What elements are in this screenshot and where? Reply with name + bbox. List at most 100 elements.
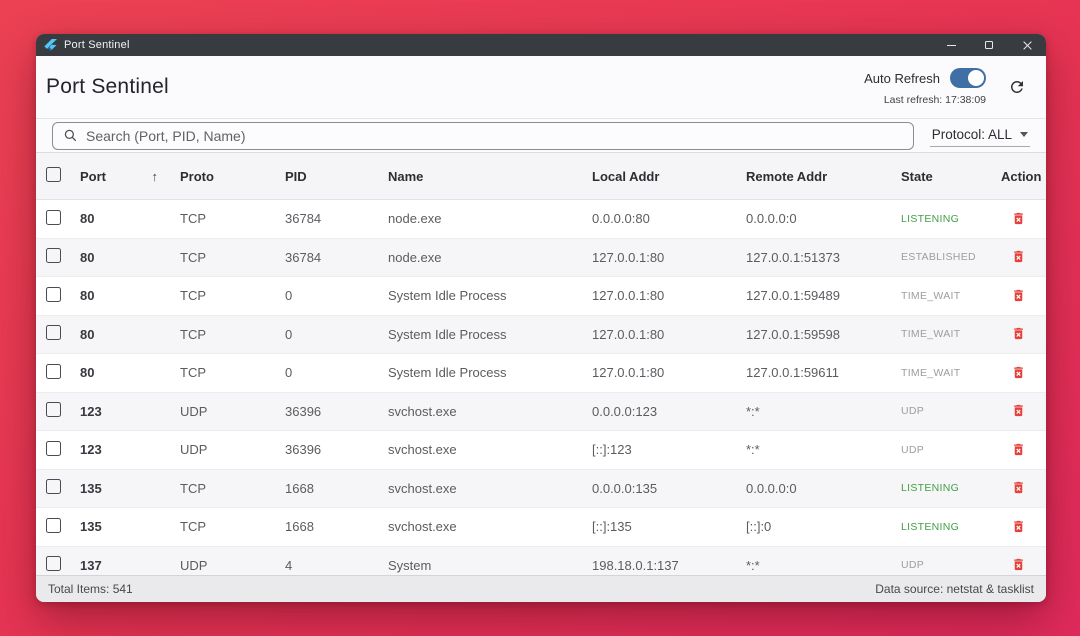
cell-remote-addr: 127.0.0.1:59611 <box>746 365 901 380</box>
flutter-logo-icon <box>44 39 57 52</box>
cell-remote-addr: 127.0.0.1:51373 <box>746 250 901 265</box>
delete-button[interactable] <box>1007 209 1030 228</box>
delete-button[interactable] <box>1007 247 1030 266</box>
column-header-port[interactable]: Port ↑ <box>80 169 180 184</box>
maximize-icon <box>985 41 993 49</box>
trash-delete-icon <box>1011 403 1026 418</box>
select-all-checkbox[interactable] <box>46 167 61 182</box>
cell-port: 80 <box>80 211 180 226</box>
row-checkbox[interactable] <box>46 556 61 571</box>
refresh-icon <box>1008 78 1026 96</box>
sort-ascending-icon: ↑ <box>152 169 159 184</box>
cell-proto: TCP <box>180 365 285 380</box>
column-header-local-addr[interactable]: Local Addr <box>592 169 746 184</box>
app-header: Port Sentinel Auto Refresh Last refresh:… <box>36 56 1046 118</box>
row-checkbox[interactable] <box>46 479 61 494</box>
row-checkbox[interactable] <box>46 518 61 533</box>
delete-button[interactable] <box>1007 286 1030 305</box>
table-row[interactable]: 123 UDP 36396 svchost.exe 0.0.0.0:123 *:… <box>36 393 1046 432</box>
table-header: Port ↑ Proto PID Name Local Addr Remote … <box>36 152 1046 200</box>
delete-button[interactable] <box>1007 517 1030 536</box>
row-checkbox[interactable] <box>46 364 61 379</box>
cell-proto: TCP <box>180 288 285 303</box>
cell-state: TIME_WAIT <box>901 290 1001 302</box>
titlebar[interactable]: Port Sentinel <box>36 34 1046 56</box>
app-window: Port Sentinel Port Sentinel Auto Refresh… <box>36 34 1046 602</box>
table-body: 80 TCP 36784 node.exe 0.0.0.0:80 0.0.0.0… <box>36 200 1046 575</box>
cell-pid: 0 <box>285 288 388 303</box>
auto-refresh-toggle[interactable] <box>950 68 986 88</box>
cell-pid: 36784 <box>285 211 388 226</box>
window-title: Port Sentinel <box>64 39 130 51</box>
cell-local-addr: 198.18.0.1:137 <box>592 558 746 573</box>
delete-button[interactable] <box>1007 324 1030 343</box>
cell-name: node.exe <box>388 250 592 265</box>
cell-proto: UDP <box>180 558 285 573</box>
row-checkbox[interactable] <box>46 402 61 417</box>
cell-remote-addr: 0.0.0.0:0 <box>746 211 901 226</box>
last-refresh-text: Last refresh: 17:38:09 <box>884 94 986 106</box>
row-checkbox[interactable] <box>46 287 61 302</box>
cell-name: System Idle Process <box>388 365 592 380</box>
minimize-icon <box>947 45 956 46</box>
row-checkbox[interactable] <box>46 210 61 225</box>
delete-button[interactable] <box>1007 440 1030 459</box>
delete-button[interactable] <box>1007 401 1030 420</box>
minimize-button[interactable] <box>932 34 970 56</box>
trash-delete-icon <box>1011 365 1026 380</box>
search-box[interactable] <box>52 122 914 150</box>
row-checkbox[interactable] <box>46 441 61 456</box>
cell-pid: 36396 <box>285 442 388 457</box>
table-row[interactable]: 80 TCP 36784 node.exe 0.0.0.0:80 0.0.0.0… <box>36 200 1046 239</box>
cell-pid: 0 <box>285 327 388 342</box>
delete-button[interactable] <box>1007 363 1030 382</box>
column-header-state[interactable]: State <box>901 169 1001 184</box>
cell-state: ESTABLISHED <box>901 251 1001 263</box>
cell-name: svchost.exe <box>388 519 592 534</box>
cell-remote-addr: *:* <box>746 442 901 457</box>
trash-delete-icon <box>1011 326 1026 341</box>
column-header-pid[interactable]: PID <box>285 169 388 184</box>
search-input[interactable] <box>86 128 903 144</box>
delete-button[interactable] <box>1007 478 1030 497</box>
cell-port: 80 <box>80 365 180 380</box>
table-row[interactable]: 80 TCP 0 System Idle Process 127.0.0.1:8… <box>36 354 1046 393</box>
column-header-action: Action <box>1001 169 1045 184</box>
cell-proto: TCP <box>180 481 285 496</box>
protocol-dropdown[interactable]: Protocol: ALL <box>930 124 1030 147</box>
table-row[interactable]: 80 TCP 0 System Idle Process 127.0.0.1:8… <box>36 316 1046 355</box>
cell-state: LISTENING <box>901 521 1001 533</box>
cell-port: 80 <box>80 288 180 303</box>
toggle-knob <box>968 70 984 86</box>
cell-remote-addr: 127.0.0.1:59598 <box>746 327 901 342</box>
refresh-button[interactable] <box>1008 78 1026 96</box>
column-header-remote-addr[interactable]: Remote Addr <box>746 169 901 184</box>
close-icon <box>1023 41 1032 50</box>
table-row[interactable]: 80 TCP 0 System Idle Process 127.0.0.1:8… <box>36 277 1046 316</box>
chevron-down-icon <box>1020 132 1028 137</box>
column-header-name[interactable]: Name <box>388 169 592 184</box>
row-checkbox[interactable] <box>46 325 61 340</box>
cell-state: TIME_WAIT <box>901 367 1001 379</box>
cell-proto: UDP <box>180 442 285 457</box>
total-items-text: Total Items: 541 <box>48 582 133 596</box>
table-row[interactable]: 135 TCP 1668 svchost.exe 0.0.0.0:135 0.0… <box>36 470 1046 509</box>
cell-port: 137 <box>80 558 180 573</box>
table-row[interactable]: 123 UDP 36396 svchost.exe [::]:123 *:* U… <box>36 431 1046 470</box>
cell-port: 123 <box>80 404 180 419</box>
row-checkbox[interactable] <box>46 248 61 263</box>
close-button[interactable] <box>1008 34 1046 56</box>
trash-delete-icon <box>1011 249 1026 264</box>
table-row[interactable]: 137 UDP 4 System 198.18.0.1:137 *:* UDP <box>36 547 1046 576</box>
cell-port: 135 <box>80 519 180 534</box>
table-row[interactable]: 135 TCP 1668 svchost.exe [::]:135 [::]:0… <box>36 508 1046 547</box>
cell-name: System Idle Process <box>388 327 592 342</box>
table-row[interactable]: 80 TCP 36784 node.exe 127.0.0.1:80 127.0… <box>36 239 1046 278</box>
delete-button[interactable] <box>1007 555 1030 574</box>
cell-state: TIME_WAIT <box>901 328 1001 340</box>
trash-delete-icon <box>1011 557 1026 572</box>
maximize-button[interactable] <box>970 34 1008 56</box>
column-header-proto[interactable]: Proto <box>180 169 285 184</box>
cell-remote-addr: 0.0.0.0:0 <box>746 481 901 496</box>
cell-state: UDP <box>901 405 1001 417</box>
